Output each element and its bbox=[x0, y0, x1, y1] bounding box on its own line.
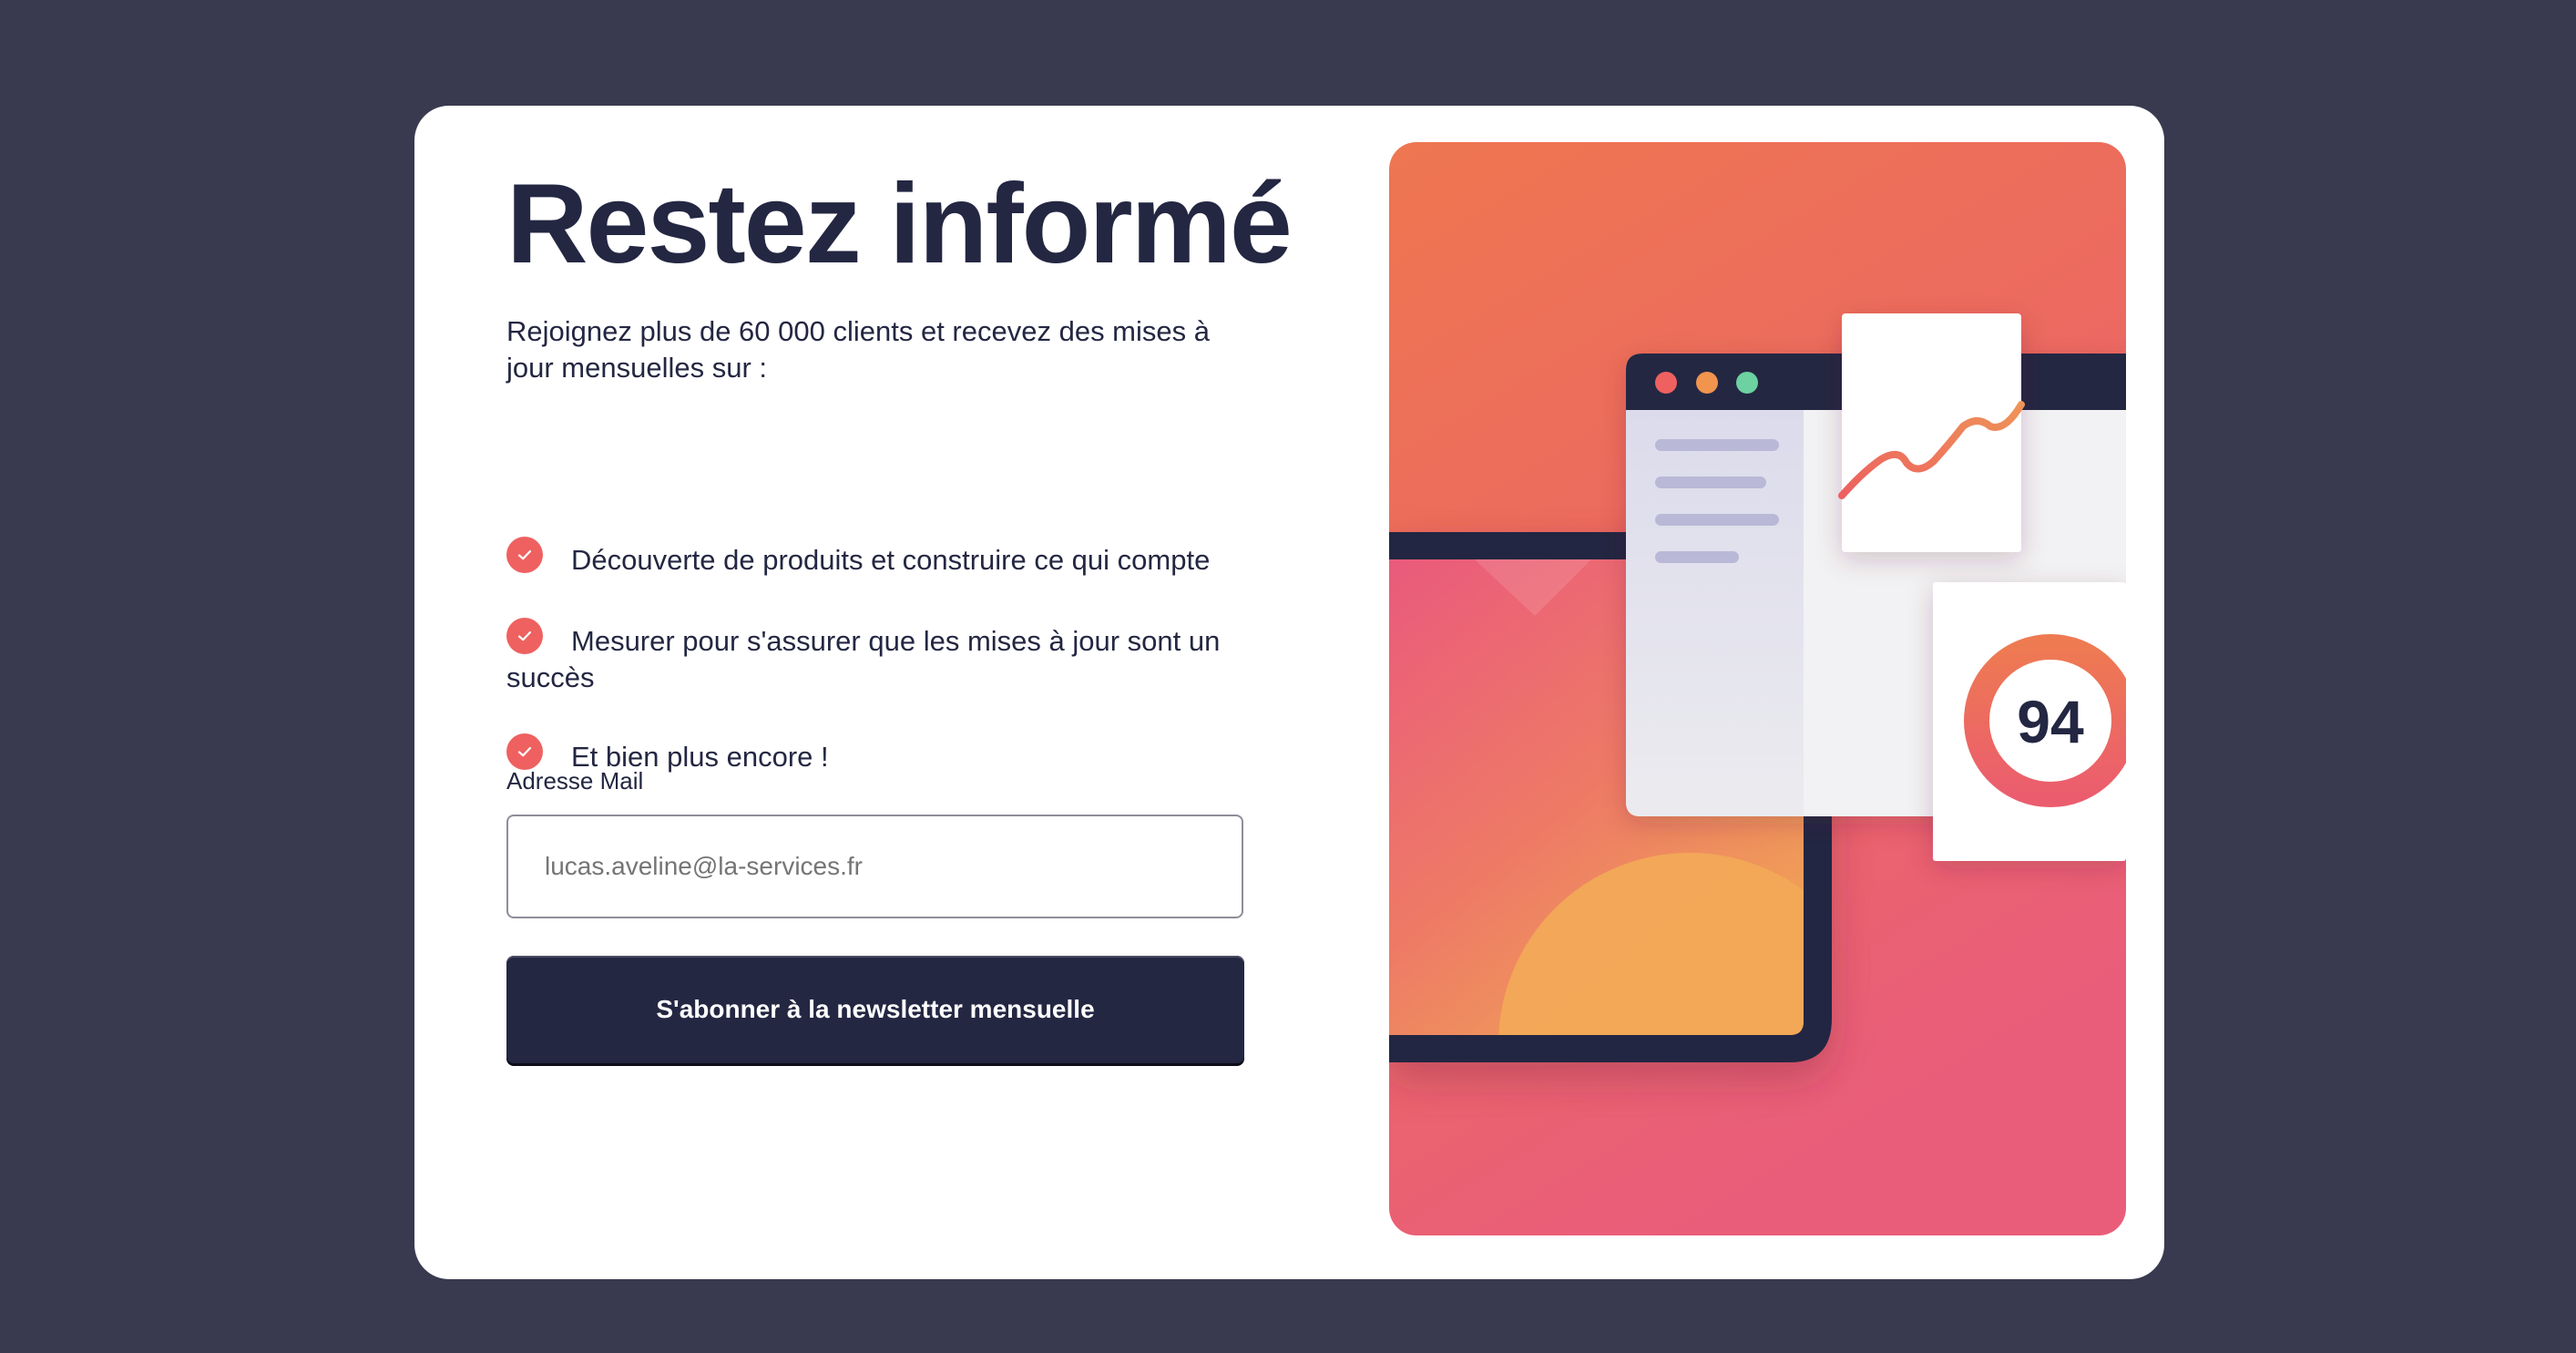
chart-card bbox=[1842, 313, 2021, 552]
intro-text: Rejoignez plus de 60 000 clients et rece… bbox=[506, 315, 1210, 384]
email-field[interactable] bbox=[506, 815, 1243, 918]
feature-text: Découverte de produits et construire ce … bbox=[571, 544, 1211, 576]
feature-item-discovery: Découverte de produits et construire ce … bbox=[506, 537, 1253, 579]
feature-item-measure: Mesurer pour s'assurer que les mises à j… bbox=[506, 618, 1253, 696]
illustration-svg: 94 bbox=[1389, 142, 2126, 1235]
newsletter-card: Restez informé Rejoignez plus de 60 000 … bbox=[414, 106, 2164, 1279]
dashboard-illustration: 94 bbox=[1389, 142, 2126, 1235]
check-circle-icon bbox=[506, 618, 543, 654]
score-value: 94 bbox=[2017, 688, 2084, 755]
subscribe-button[interactable]: S'abonner à la newsletter mensuelle bbox=[506, 956, 1244, 1063]
window-dot-green bbox=[1736, 372, 1758, 394]
page-title: Restez informé bbox=[506, 161, 1293, 287]
check-circle-icon bbox=[506, 733, 543, 770]
window-dot-orange bbox=[1696, 372, 1718, 394]
feature-text: Mesurer pour s'assurer que les mises à j… bbox=[506, 625, 1221, 693]
check-circle-icon bbox=[506, 537, 543, 573]
window-dot-red bbox=[1655, 372, 1677, 394]
email-label: Adresse Mail bbox=[506, 767, 644, 794]
